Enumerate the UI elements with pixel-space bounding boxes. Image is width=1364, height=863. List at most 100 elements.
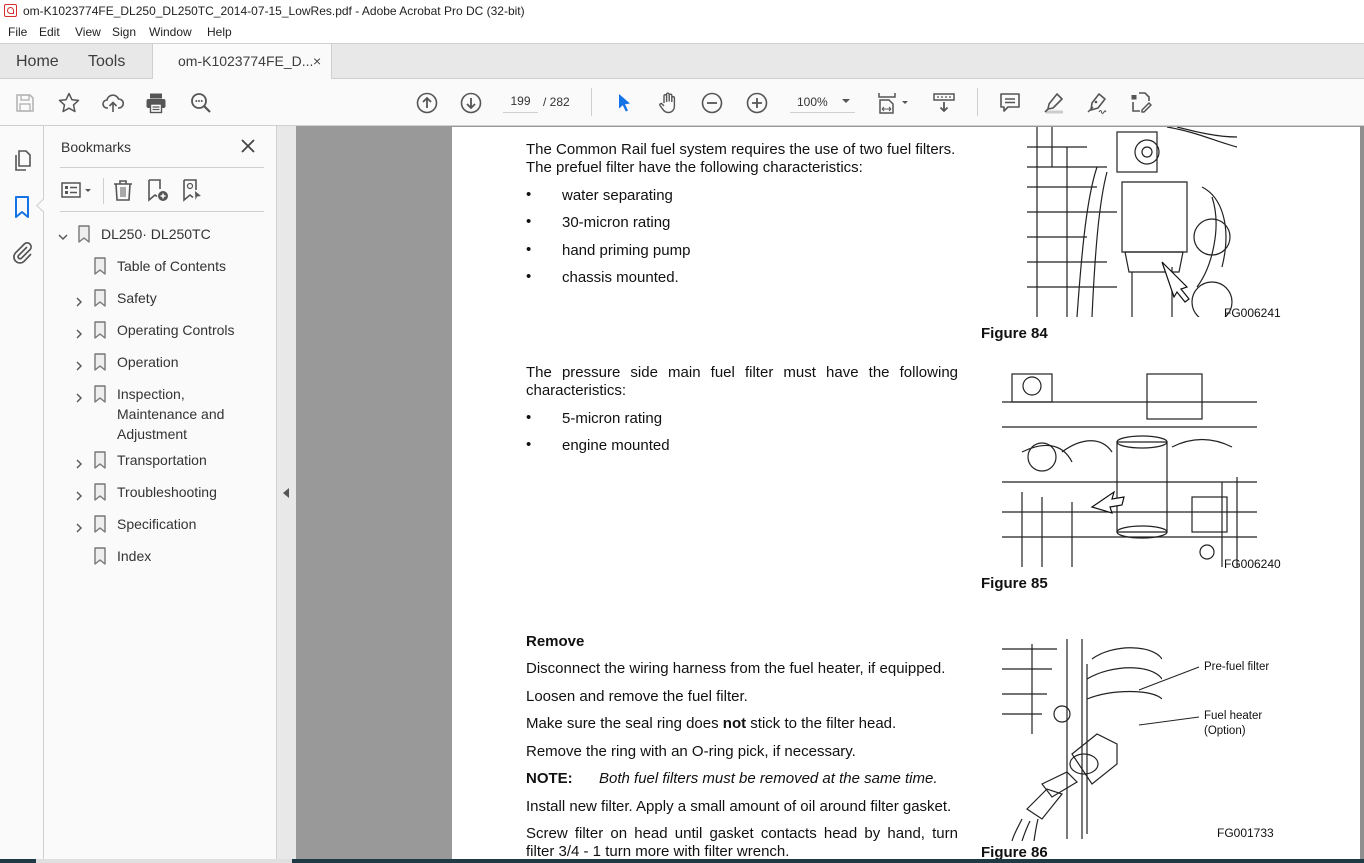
bookmark-item-operation[interactable]: Operation [117,352,178,372]
step-text: Make sure the seal ring does not stick t… [526,715,896,733]
bookmark-label-line: Adjustment [117,426,188,442]
toolbar-divider [591,88,592,116]
page-down-icon[interactable] [459,91,483,115]
section-heading: Remove [526,633,585,650]
bookmark-item-operating-controls[interactable]: Operating Controls [117,320,235,340]
list-item: engine mounted [562,437,670,454]
menu-edit[interactable]: Edit [39,22,60,43]
options-menu-icon[interactable] [60,178,94,202]
figure-84-image [1027,126,1238,323]
select-arrow-icon[interactable] [612,91,636,115]
attachments-icon[interactable] [10,240,34,264]
tab-document-label: om-K1023774FE_D... [178,53,314,69]
highlight-icon[interactable] [1042,91,1066,115]
hand-tool-icon[interactable] [656,91,680,115]
figure-code: FG006240 [1224,557,1281,571]
bookmarks-icon[interactable] [10,195,34,219]
delete-bookmark-icon[interactable] [111,178,135,202]
find-search-icon[interactable] [189,91,213,115]
tab-tools[interactable]: Tools [88,44,125,79]
figure-callout: Pre-fuel filter [1204,661,1270,673]
page-total: / 282 [543,95,570,109]
menu-view[interactable]: View [75,22,101,43]
chevron-right-icon[interactable] [74,456,84,469]
bookmark-item-troubleshooting[interactable]: Troubleshooting [117,482,217,502]
tab-bar: Home Tools om-K1023774FE_D... × [0,43,1364,80]
note-text: Both fuel filters must be removed at the… [599,770,938,787]
zoom-level-value: 100% [797,95,828,109]
bookmarks-panel-title: Bookmarks [61,139,132,155]
scroll-mode-icon[interactable] [932,91,956,115]
sign-icon[interactable] [1085,91,1109,115]
bullet: • [526,241,532,258]
zoom-in-icon[interactable] [745,91,769,115]
edit-pdf-icon[interactable] [1129,91,1153,115]
close-tab-icon[interactable]: × [313,44,321,79]
chevron-right-icon[interactable] [74,390,84,403]
bookmark-item-transportation[interactable]: Transportation [117,450,207,470]
menu-help[interactable]: Help [207,22,232,43]
bookmark-label-line: Inspection, [117,386,185,402]
close-panel-icon[interactable] [240,138,256,154]
chevron-right-icon[interactable] [74,294,84,307]
menu-sign[interactable]: Sign [112,22,136,43]
taskbar-item [36,859,292,863]
find-current-bookmark-icon[interactable] [180,178,204,202]
bookmark-icon [94,483,106,501]
figure-code: FG001733 [1217,826,1274,840]
bookmark-item-inspection-maintenance-adjustment[interactable]: Inspection, Maintenance and Adjustment [117,384,224,444]
step-text: Screw filter on head until gasket contac… [526,825,958,842]
page-number-input[interactable] [503,90,538,113]
tab-document[interactable]: om-K1023774FE_D... × [152,44,332,80]
step-text: Remove the ring with an O-ring pick, if … [526,743,856,760]
divider [60,211,264,212]
bullet: • [526,186,532,203]
chevron-right-icon[interactable] [74,326,84,339]
step-text-part: Make sure the seal ring does [526,715,723,732]
callout-leader-lines [1138,666,1200,726]
list-item: water separating [562,187,673,204]
panel-collapse-strip[interactable] [277,126,296,863]
window-title-bar: om-K1023774FE_DL250_DL250TC_2014-07-15_L… [0,0,1364,22]
chevron-down-icon [842,99,850,103]
figure-callout: (Option) [1204,725,1246,737]
chevron-right-icon[interactable] [74,520,84,533]
bookmark-root[interactable]: DL250· DL250TC [101,224,211,244]
chevron-right-icon[interactable] [74,488,84,501]
chevron-down-icon[interactable] [58,229,68,240]
menu-bar: File Edit View Sign Window Help [0,22,1364,43]
figure-label: Figure 84 [981,325,1048,342]
collapse-left-icon[interactable] [283,488,289,498]
page-up-icon[interactable] [415,91,439,115]
bookmark-item-safety[interactable]: Safety [117,288,157,308]
new-bookmark-icon[interactable] [145,178,169,202]
note-label: NOTE: [526,770,573,787]
chevron-right-icon[interactable] [74,358,84,371]
zoom-level-dropdown[interactable]: 100% [790,90,855,113]
bookmark-item-table-of-contents[interactable]: Table of Contents [117,256,226,276]
upload-cloud-icon[interactable] [101,91,125,115]
bookmark-star-icon[interactable] [57,91,81,115]
bookmark-label-line: Maintenance and [117,406,225,422]
comment-icon[interactable] [998,91,1022,115]
page-fit-icon[interactable] [876,91,912,115]
navigation-rail [0,126,49,863]
menu-window[interactable]: Window [149,22,192,43]
emphasis: not [722,715,747,732]
page-thumbnails-icon[interactable] [10,148,34,172]
pdf-page: The Common Rail fuel system requires the… [452,126,1362,863]
save-icon[interactable] [13,91,37,115]
menu-file[interactable]: File [8,22,27,43]
acrobat-icon [4,4,17,17]
figure-label: Figure 85 [981,575,1048,592]
figure-code: FG006241 [1224,306,1281,320]
bullet: • [526,213,532,230]
bookmark-item-specification[interactable]: Specification [117,514,196,534]
zoom-out-icon[interactable] [700,91,724,115]
tab-home[interactable]: Home [16,44,59,79]
toolbar: / 282 100% [0,79,1364,126]
bookmark-item-index[interactable]: Index [117,546,151,566]
bullet: • [526,268,532,285]
print-icon[interactable] [144,91,168,115]
vertical-scrollbar[interactable] [1360,126,1364,863]
